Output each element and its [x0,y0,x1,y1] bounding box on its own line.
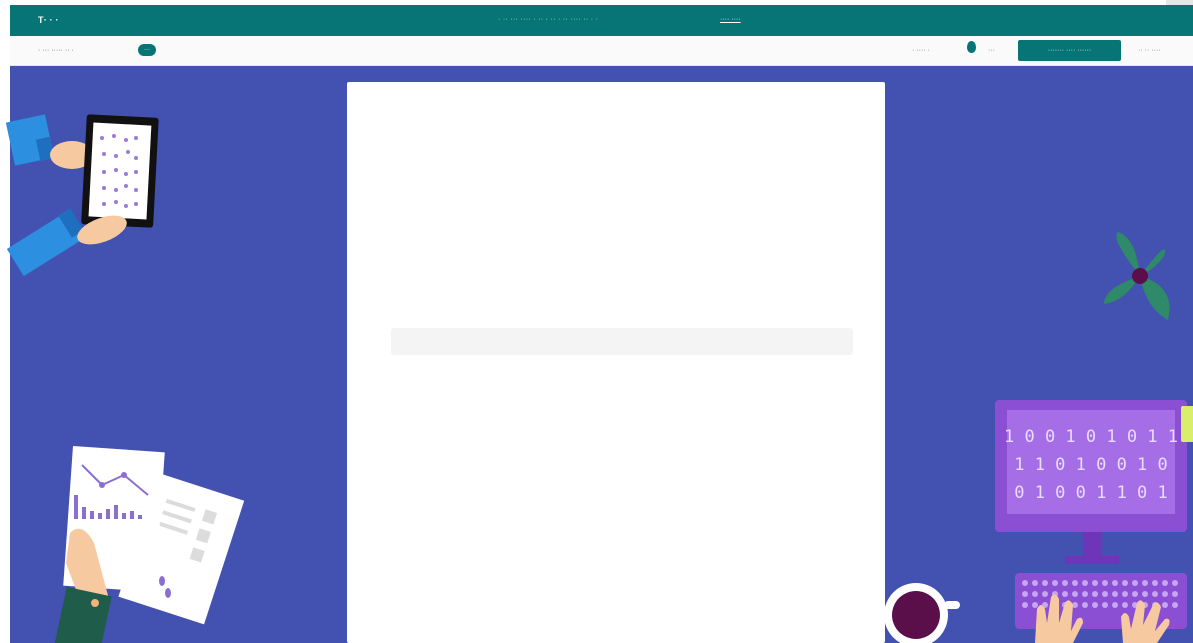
code-block[interactable] [391,328,853,355]
keyboard-key [1032,602,1038,608]
keyboard-key [1082,580,1088,586]
keyboard-key [1122,591,1128,597]
navigation-bar: · ··· ····· ·· · ··· · ···· · ··· ······… [10,36,1193,66]
keyboard-key [1022,602,1028,608]
keyboard-key [1072,591,1078,597]
keyboard-key [1022,580,1028,586]
keyboard-key [1112,591,1118,597]
keyboard-key [1112,580,1118,586]
breadcrumb[interactable]: · ··· ····· ·· · [38,47,74,54]
keyboard-key [1112,602,1118,608]
brand-logo[interactable]: T· · · [38,15,59,25]
keyboard-key [1102,580,1108,586]
keyboard-key [1102,602,1108,608]
keyboard-key [1162,580,1168,586]
keyboard-key [1092,580,1098,586]
language-selector[interactable]: · ···· · [912,47,930,54]
keyboard-key [1132,580,1138,586]
tablet-hands-illustration [5,114,159,277]
primary-cta-button[interactable]: ······· ···· ······ [1018,40,1121,61]
binary-line-3: 0 1 0 0 1 1 0 1 [1014,483,1168,503]
keyboard-key [1162,591,1168,597]
keyboard-key [1122,602,1128,608]
coffee-cup-illustration [884,583,960,643]
keyboard-key [1032,591,1038,597]
keyboard-key [1132,591,1138,597]
top-banner: T· · · · ·· ··· ···· · ·· · ·· · ·· ····… [10,5,1193,36]
keyboard-key [1172,591,1178,597]
theme-toggle-icon[interactable] [967,41,976,53]
keyboard-key [1082,602,1088,608]
account-menu[interactable]: ·· ·· ···· [1138,47,1161,54]
keyboard-key [1042,591,1048,597]
keyboard-key [1042,580,1048,586]
article-card [347,82,885,643]
theme-label[interactable]: ··· [988,47,995,54]
keyboard-key [1152,580,1158,586]
keyboard-key [1032,580,1038,586]
binary-line-2: 1 1 0 1 0 0 1 0 [1014,455,1168,475]
keyboard-key [1152,591,1158,597]
documents-illustration [54,445,245,643]
keyboard-key [1092,602,1098,608]
keyboard-key [1082,591,1088,597]
keyboard-key [1142,591,1148,597]
keyboard-key [1022,591,1028,597]
keyboard-key [1092,591,1098,597]
keyboard-key [1142,580,1148,586]
keyboard-key [1122,580,1128,586]
keyboard-key [1062,580,1068,586]
announcement-link[interactable]: ···· ···· [720,16,741,23]
app-root: T· · · · ·· ··· ···· · ·· · ·· · ·· ····… [0,0,1193,643]
binary-line-1: 1 0 0 1 0 1 0 1 1 [1004,427,1178,447]
keyboard-key [1162,602,1168,608]
keyboard-illustration [1015,573,1187,643]
keyboard-key [1052,580,1058,586]
announcement-text: · ·· ··· ···· · ·· · ·· · ·· ···· ·· · · [498,16,599,23]
keyboard-key [1172,602,1178,608]
keyboard-key [1062,591,1068,597]
computer-monitor-illustration: 1 0 0 1 0 1 0 1 1 1 1 0 1 0 0 1 0 0 1 0 … [995,400,1187,564]
status-badge[interactable]: ··· [138,44,156,56]
keyboard-key [1072,580,1078,586]
plant-leaf-illustration [1104,232,1170,320]
feedback-tab[interactable] [1181,406,1193,442]
keyboard-key [1102,591,1108,597]
keyboard-key [1172,580,1178,586]
